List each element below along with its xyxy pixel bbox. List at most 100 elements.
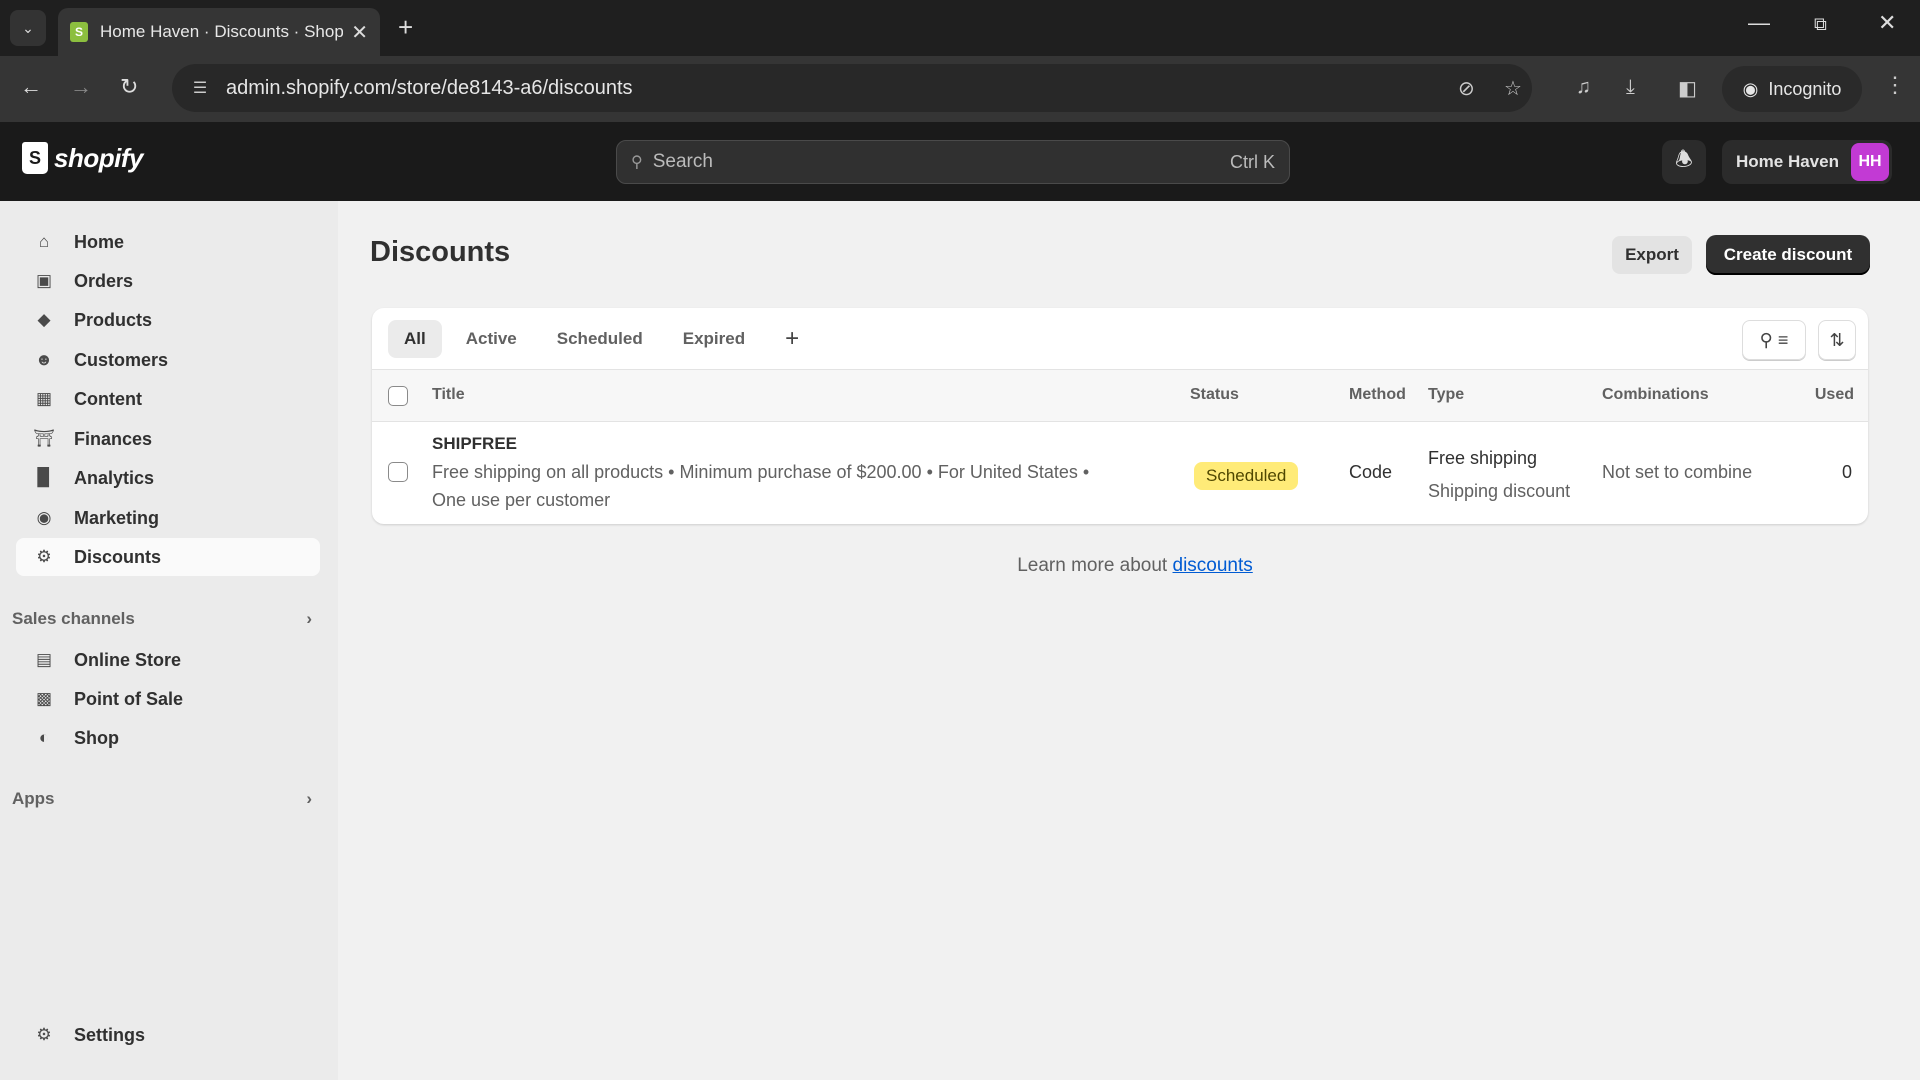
- tab-active[interactable]: Active: [450, 320, 533, 358]
- close-window-icon[interactable]: ✕: [1878, 10, 1896, 36]
- sort-icon: ⇅: [1829, 329, 1845, 350]
- status-badge: Scheduled: [1194, 462, 1299, 490]
- tab-all[interactable]: All: [388, 319, 442, 358]
- tag-icon: ◆: [37, 310, 51, 329]
- search-icon: ⚲: [631, 154, 643, 171]
- sidebar-item-label: Products: [74, 309, 153, 330]
- sidebar-item-label: Finances: [74, 428, 153, 449]
- discount-code[interactable]: SHIPFREE: [432, 434, 517, 454]
- incognito-label: Incognito: [1768, 78, 1842, 99]
- page-title: Discounts: [370, 236, 511, 268]
- method-value: Code: [1349, 462, 1393, 482]
- column-used[interactable]: Used: [1815, 386, 1854, 404]
- column-title[interactable]: Title: [432, 386, 465, 404]
- sidebar-item-label: Content: [74, 388, 142, 409]
- sidebar-item-home[interactable]: ⌂ Home: [16, 223, 320, 261]
- menu-icon[interactable]: ⋮: [1884, 72, 1906, 98]
- row-checkbox[interactable]: [388, 462, 408, 482]
- sidebar-item-label: Point of Sale: [74, 688, 184, 709]
- discounts-table-card: All Active Scheduled Expired + ⚲ ≡ ⇅ Tit…: [372, 308, 1868, 524]
- search-filter-button[interactable]: ⚲ ≡: [1742, 320, 1806, 360]
- search-icon: ⚲: [1759, 329, 1773, 350]
- restore-icon[interactable]: ⧉: [1814, 14, 1827, 35]
- tab-scheduled[interactable]: Scheduled: [541, 320, 659, 358]
- discount-summary-line1: Free shipping on all products • Minimum …: [432, 462, 1090, 482]
- sidebar-item-online-store[interactable]: ▤ Online Store: [16, 641, 320, 679]
- reload-icon[interactable]: ↻: [120, 74, 138, 100]
- bank-icon: ⛩: [33, 429, 55, 448]
- site-settings-icon[interactable]: ☰: [184, 78, 216, 98]
- sidebar-item-shop[interactable]: ◐ Shop: [16, 719, 320, 757]
- sidebar-item-products[interactable]: ◆ Products: [16, 301, 320, 339]
- eye-off-icon[interactable]: ⊘: [1458, 76, 1475, 101]
- search-input[interactable]: ⚲ Search Ctrl K: [616, 140, 1290, 184]
- type-subvalue: Shipping discount: [1428, 481, 1571, 501]
- incognito-indicator[interactable]: ◉ Incognito: [1722, 66, 1862, 112]
- store-name: Home Haven: [1736, 152, 1839, 171]
- notifications-button[interactable]: 🕭: [1662, 140, 1706, 184]
- tab-expired[interactable]: Expired: [667, 320, 761, 358]
- star-icon[interactable]: ☆: [1504, 76, 1522, 101]
- media-icon[interactable]: ♫: [1576, 76, 1591, 99]
- filter-tabs: All Active Scheduled Expired +: [372, 308, 1868, 370]
- store-menu-button[interactable]: Home Haven HH: [1722, 140, 1892, 184]
- browser-tab[interactable]: S Home Haven · Discounts · Shop ✕: [58, 8, 380, 56]
- sidebar: ⌂ Home ▣ Orders ◆ Products ☻ Customers ▦ Cont…: [0, 201, 338, 1080]
- inbox-icon: ▣: [35, 271, 53, 290]
- download-icon[interactable]: ⤓: [1626, 76, 1635, 99]
- sidebar-item-label: Customers: [74, 349, 169, 370]
- table-header: Title Status Method Type Combinations Us…: [372, 370, 1868, 422]
- pos-icon: ▩: [35, 689, 53, 708]
- admin-topbar: S shopify ⚲ Search Ctrl K 🕭 Home Haven H…: [0, 122, 1920, 201]
- incognito-icon: ◉: [1742, 78, 1759, 99]
- minimize-icon[interactable]: —: [1748, 10, 1770, 36]
- back-icon[interactable]: ←: [20, 74, 42, 100]
- sidebar-item-label: Shop: [74, 727, 119, 748]
- person-icon: ☻: [35, 350, 53, 369]
- apps-header[interactable]: Apps ›: [12, 789, 312, 809]
- store-icon: ▤: [35, 650, 53, 669]
- column-type[interactable]: Type: [1428, 386, 1464, 404]
- forward-icon[interactable]: →: [70, 74, 92, 100]
- column-combinations[interactable]: Combinations: [1602, 386, 1709, 404]
- search-shortcut: Ctrl K: [1230, 151, 1275, 172]
- select-all-checkbox[interactable]: [388, 386, 408, 406]
- page-scrollbar[interactable]: [1900, 201, 1920, 1080]
- sidebar-item-content[interactable]: ▦ Content: [16, 380, 320, 418]
- sidebar-item-point-of-sale[interactable]: ▩ Point of Sale: [16, 680, 320, 718]
- sales-channels-label: Sales channels: [12, 609, 135, 628]
- sidebar-item-settings[interactable]: ⚙ Settings: [16, 1016, 320, 1054]
- address-bar[interactable]: ☰ admin.shopify.com/store/de8143-a6/disc…: [172, 64, 1532, 112]
- create-discount-button[interactable]: Create discount: [1706, 235, 1870, 275]
- search-placeholder: Search: [652, 151, 713, 172]
- column-method[interactable]: Method: [1349, 386, 1406, 404]
- shopify-bag-icon: S: [22, 142, 48, 174]
- gear-icon: ⚙: [36, 1025, 52, 1044]
- shop-icon: ◐: [38, 728, 50, 747]
- sidebar-item-marketing[interactable]: ◉ Marketing: [16, 499, 320, 537]
- new-tab-icon[interactable]: +: [398, 12, 413, 43]
- column-status[interactable]: Status: [1190, 386, 1239, 404]
- chevron-right-icon: ›: [306, 609, 312, 628]
- apps-label: Apps: [12, 789, 55, 808]
- learn-more: Learn more about discounts: [0, 555, 1920, 577]
- shopify-logo[interactable]: S shopify: [22, 142, 143, 174]
- add-view-button[interactable]: +: [769, 320, 815, 358]
- tab-search-icon[interactable]: ⌄: [10, 10, 46, 46]
- sidebar-item-label: Analytics: [74, 467, 155, 488]
- sort-button[interactable]: ⇅: [1818, 320, 1856, 360]
- discounts-help-link[interactable]: discounts: [1173, 555, 1253, 576]
- type-value: Free shipping: [1428, 448, 1538, 468]
- sidebar-item-orders[interactable]: ▣ Orders: [16, 262, 320, 300]
- chevron-right-icon: ›: [306, 789, 312, 808]
- sidebar-item-customers[interactable]: ☻ Customers: [16, 341, 320, 379]
- sidebar-item-analytics[interactable]: ▉ Analytics: [16, 459, 320, 497]
- close-tab-icon[interactable]: ✕: [351, 20, 368, 45]
- url-text[interactable]: admin.shopify.com/store/de8143-a6/discou…: [226, 77, 633, 100]
- export-button[interactable]: Export: [1612, 236, 1692, 274]
- sales-channels-header[interactable]: Sales channels ›: [12, 609, 312, 629]
- combinations-value: Not set to combine: [1602, 462, 1753, 482]
- sidepanel-icon[interactable]: ◧: [1678, 76, 1697, 101]
- table-row[interactable]: SHIPFREE Free shipping on all products •…: [372, 422, 1868, 522]
- sidebar-item-finances[interactable]: ⛩ Finances: [16, 420, 320, 458]
